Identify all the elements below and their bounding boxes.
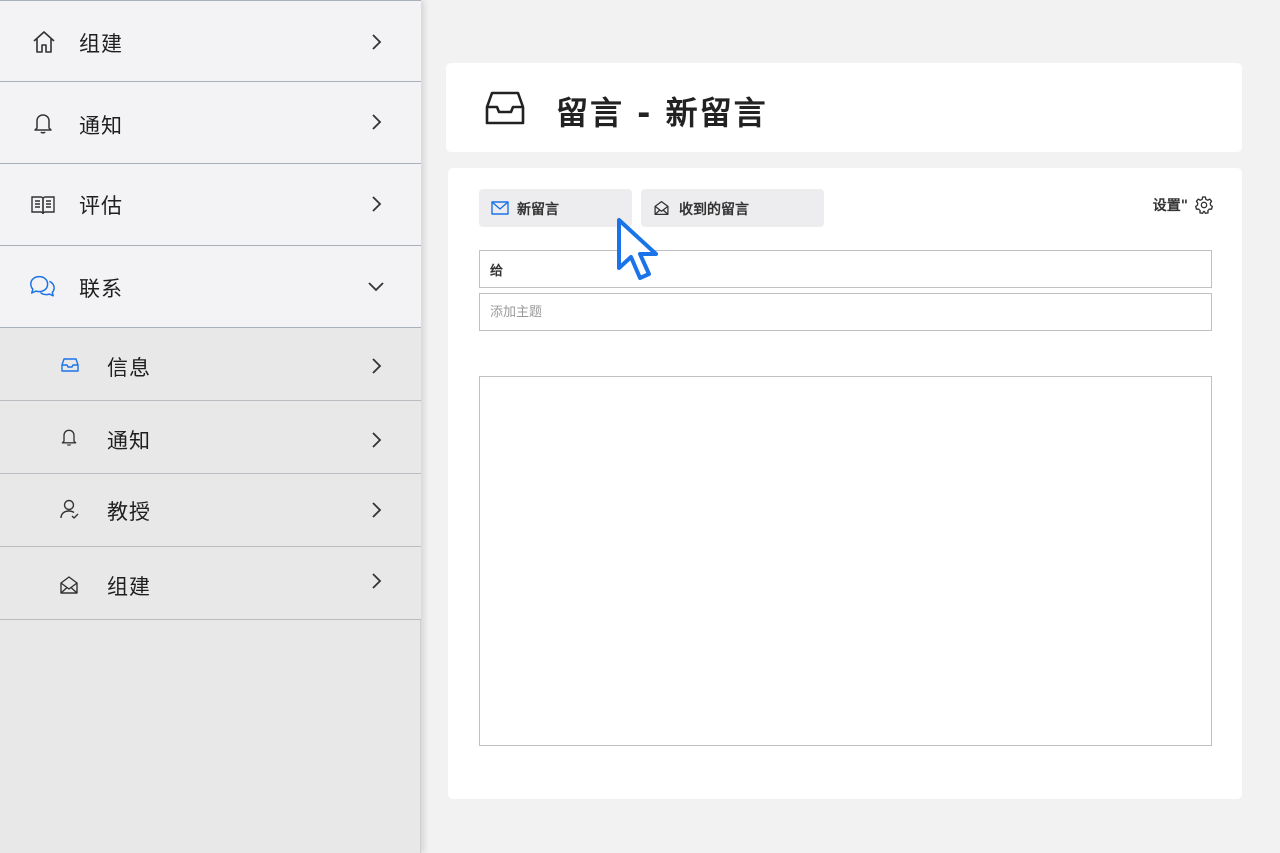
open-envelope-icon bbox=[55, 571, 83, 599]
recipient-field[interactable] bbox=[479, 250, 1212, 288]
tab-received-messages[interactable]: 收到的留言 bbox=[641, 189, 824, 227]
chevron-right-icon bbox=[366, 194, 386, 214]
sidebar-item-notifications[interactable]: 通知 bbox=[0, 82, 421, 164]
chevron-right-icon bbox=[366, 571, 386, 591]
mouse-pointer-icon bbox=[613, 216, 665, 288]
envelope-icon bbox=[491, 200, 509, 216]
sidebar-subitem-organize[interactable]: 组建 bbox=[0, 547, 421, 620]
page-title: 留言 - 新留言 bbox=[556, 94, 768, 132]
home-icon bbox=[30, 28, 58, 56]
bell-icon bbox=[29, 109, 57, 137]
sidebar-item-label: 教授 bbox=[107, 500, 151, 524]
inbox-icon bbox=[56, 351, 84, 379]
book-icon bbox=[29, 191, 57, 219]
tab-label: 收到的留言 bbox=[679, 202, 749, 218]
chevron-right-icon bbox=[366, 356, 386, 376]
sidebar: 组建 通知 评估 联系 信息 通知 教授 组建 bbox=[0, 0, 421, 853]
settings-button[interactable]: 设置" bbox=[1153, 195, 1214, 215]
sidebar-subitem-professor[interactable]: 教授 bbox=[0, 474, 421, 547]
chevron-right-icon bbox=[366, 32, 386, 52]
sidebar-subitem-messages[interactable]: 信息 bbox=[0, 328, 421, 401]
sidebar-item-contact[interactable]: 联系 bbox=[0, 246, 421, 328]
open-envelope-icon bbox=[653, 200, 671, 216]
chevron-down-icon bbox=[366, 276, 386, 296]
chevron-right-icon bbox=[366, 430, 386, 450]
sidebar-item-label: 组建 bbox=[79, 32, 123, 56]
sidebar-item-assessment[interactable]: 评估 bbox=[0, 164, 421, 246]
chevron-right-icon bbox=[366, 500, 386, 520]
tab-new-message[interactable]: 新留言 bbox=[479, 189, 632, 227]
chat-bubbles-icon bbox=[28, 272, 56, 300]
person-icon bbox=[55, 495, 83, 523]
sidebar-item-label: 通知 bbox=[107, 429, 151, 453]
sidebar-item-label: 通知 bbox=[79, 114, 123, 138]
chevron-right-icon bbox=[366, 112, 386, 132]
sidebar-subitem-notifications[interactable]: 通知 bbox=[0, 401, 421, 474]
sidebar-item-label: 联系 bbox=[79, 277, 123, 301]
page-header: 留言 - 新留言 bbox=[446, 63, 1242, 152]
sidebar-item-label: 组建 bbox=[107, 575, 151, 599]
inbox-tray-icon bbox=[484, 89, 526, 127]
compose-panel: 新留言 收到的留言 设置" bbox=[448, 168, 1242, 799]
sidebar-item-label: 评估 bbox=[79, 194, 123, 218]
sidebar-item-organize[interactable]: 组建 bbox=[0, 0, 421, 82]
message-body-field[interactable] bbox=[479, 376, 1212, 746]
tab-label: 新留言 bbox=[517, 202, 559, 218]
settings-label: 设置" bbox=[1152, 198, 1188, 214]
gear-icon bbox=[1194, 195, 1214, 215]
sidebar-item-label: 信息 bbox=[107, 356, 151, 380]
bell-icon bbox=[55, 423, 83, 451]
subject-field[interactable] bbox=[479, 293, 1212, 331]
